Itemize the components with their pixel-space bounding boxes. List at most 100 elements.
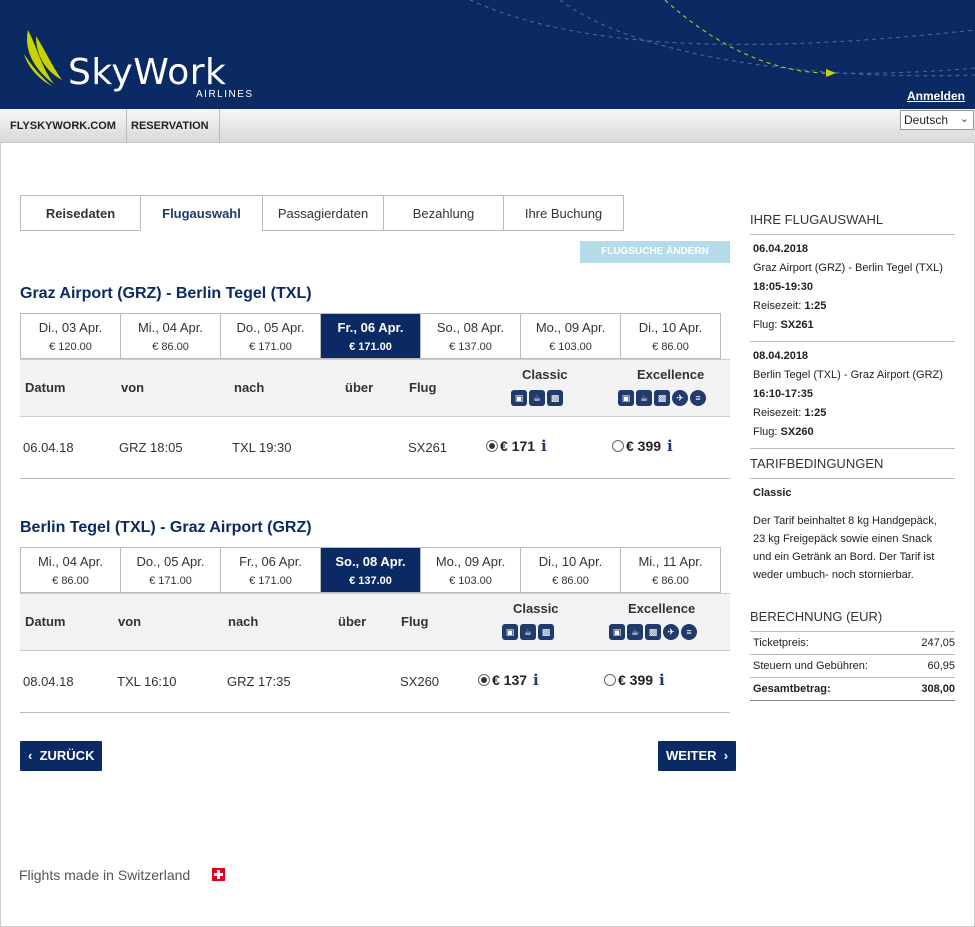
col-classic: Classic bbox=[513, 601, 559, 616]
date-price: € 137.00 bbox=[449, 341, 492, 353]
classic-features: ▣ ☕ ▩ bbox=[502, 624, 554, 640]
info-icon[interactable]: i bbox=[659, 671, 665, 689]
outbound-date-option-selected[interactable]: Fr., 06 Apr. € 171.00 bbox=[321, 314, 421, 358]
flight-date: 08.04.18 bbox=[23, 674, 74, 689]
date-label: So., 08 Apr. bbox=[335, 554, 406, 569]
date-label: Mo., 09 Apr. bbox=[535, 320, 606, 335]
classic-fare-option[interactable]: € 137 i bbox=[478, 671, 539, 689]
excellence-fare-option[interactable]: € 399 i bbox=[612, 437, 673, 455]
sidebar-tariff-title: TARIFBEDINGUNGEN bbox=[750, 456, 955, 479]
outbound-date-option[interactable]: So., 08 Apr. € 137.00 bbox=[421, 314, 521, 358]
inbound-date-option[interactable]: Mi., 04 Apr. € 86.00 bbox=[21, 548, 121, 592]
inbound-date-option[interactable]: Di., 10 Apr. € 86.00 bbox=[521, 548, 621, 592]
login-link[interactable]: Anmelden bbox=[907, 89, 965, 103]
col-date: Datum bbox=[25, 614, 66, 629]
excellence-fare-option[interactable]: € 399 i bbox=[604, 671, 665, 689]
col-flight: Flug bbox=[401, 614, 429, 629]
sidebar-flight-selection: IHRE FLUGAUSWAHL 06.04.2018 Graz Airport… bbox=[750, 212, 955, 449]
date-price: € 171.00 bbox=[149, 575, 192, 587]
plane-icon: ✈ bbox=[672, 390, 688, 406]
inbound-date-option[interactable]: Fr., 06 Apr. € 171.00 bbox=[221, 548, 321, 592]
table-header: Datum von nach über Flug Classic ▣ ☕ ▩ E… bbox=[20, 359, 730, 417]
excellence-fare-price: € 399 bbox=[626, 438, 662, 454]
snack-icon: ☕ bbox=[636, 390, 652, 406]
step-ihre-buchung[interactable]: Ihre Buchung bbox=[503, 195, 624, 231]
back-button-label: ZURÜCK bbox=[39, 748, 95, 763]
outbound-date-option[interactable]: Mi., 04 Apr. € 86.00 bbox=[121, 314, 221, 358]
flight-row[interactable]: 06.04.18 GRZ 18:05 TXL 19:30 SX261 € 171… bbox=[20, 417, 730, 479]
classic-fare-radio[interactable] bbox=[478, 674, 490, 686]
tariff-text: Der Tarif beinhaltet 8 kg Handgepäck, 23… bbox=[753, 515, 937, 581]
sidebar-selection-title: IHRE FLUGAUSWAHL bbox=[750, 212, 955, 235]
inbound-date-option[interactable]: Mo., 09 Apr. € 103.00 bbox=[421, 548, 521, 592]
brand-name: SkyWork bbox=[68, 52, 227, 93]
nav-reservation[interactable]: RESERVATION bbox=[121, 109, 220, 143]
outbound-date-option[interactable]: Mo., 09 Apr. € 103.00 bbox=[521, 314, 621, 358]
col-from: von bbox=[118, 614, 142, 629]
date-price: € 103.00 bbox=[449, 575, 492, 587]
back-button[interactable]: ‹ ZURÜCK bbox=[20, 741, 103, 771]
classic-fare-option[interactable]: € 171 i bbox=[486, 437, 547, 455]
next-button[interactable]: WEITER › bbox=[658, 741, 737, 771]
inbound-date-option-selected[interactable]: So., 08 Apr. € 137.00 bbox=[321, 548, 421, 592]
date-label: Fr., 06 Apr. bbox=[337, 320, 404, 335]
date-price: € 120.00 bbox=[49, 341, 92, 353]
leg-date: 06.04.2018 bbox=[753, 243, 809, 255]
leg-flight-label: Flug: bbox=[753, 426, 778, 438]
footer-tagline: Flights made in Switzerland bbox=[19, 867, 191, 883]
chevron-left-icon: ‹ bbox=[28, 748, 33, 763]
selected-leg: 08.04.2018 Berlin Tegel (TXL) - Graz Air… bbox=[750, 342, 955, 449]
leg-duration: 1:25 bbox=[804, 407, 827, 419]
step-passagierdaten[interactable]: Passagierdaten bbox=[262, 195, 383, 231]
flight-number: SX261 bbox=[408, 440, 448, 455]
leg-flight-label: Flug: bbox=[753, 319, 778, 331]
date-price: € 86.00 bbox=[652, 575, 689, 587]
date-price: € 86.00 bbox=[52, 575, 89, 587]
outbound-route-title: Graz Airport (GRZ) - Berlin Tegel (TXL) bbox=[20, 285, 312, 302]
date-label: Do., 05 Apr. bbox=[136, 554, 205, 569]
sidebar-calculation: BERECHNUNG (EUR) Ticketpreis: 247,05 Ste… bbox=[750, 609, 955, 701]
outbound-date-option[interactable]: Do., 05 Apr. € 171.00 bbox=[221, 314, 321, 358]
leg-duration-label: Reisezeit: bbox=[753, 300, 802, 312]
excellence-features: ▣ ☕ ▩ ✈ ≡ bbox=[609, 624, 697, 640]
date-price: € 171.00 bbox=[249, 341, 292, 353]
info-icon[interactable]: i bbox=[541, 437, 547, 455]
info-icon[interactable]: i bbox=[667, 437, 673, 455]
leg-route: Graz Airport (GRZ) - Berlin Tegel (TXL) bbox=[753, 262, 943, 274]
table-header: Datum von nach über Flug Classic ▣ ☕ ▩ E… bbox=[20, 593, 730, 651]
language-select[interactable]: Deutsch ⌄ bbox=[900, 110, 974, 130]
classic-fare-price: € 171 bbox=[500, 438, 536, 454]
leg-route: Berlin Tegel (TXL) - Graz Airport (GRZ) bbox=[753, 369, 943, 381]
leg-flight: SX261 bbox=[780, 319, 814, 331]
date-label: Di., 10 Apr. bbox=[538, 554, 603, 569]
step-bezahlung[interactable]: Bezahlung bbox=[383, 195, 503, 231]
col-via: über bbox=[345, 380, 374, 395]
info-icon[interactable]: i bbox=[533, 671, 539, 689]
flight-row[interactable]: 08.04.18 TXL 16:10 GRZ 17:35 SX260 € 137… bbox=[20, 651, 730, 713]
snack-icon: ☕ bbox=[529, 390, 545, 406]
outbound-date-option[interactable]: Di., 03 Apr. € 120.00 bbox=[21, 314, 121, 358]
inbound-date-option[interactable]: Mi., 11 Apr. € 86.00 bbox=[621, 548, 720, 592]
step-reisedaten[interactable]: Reisedaten bbox=[20, 195, 140, 231]
baggage-icon: ▣ bbox=[502, 624, 518, 640]
calc-row: Ticketpreis: 247,05 bbox=[750, 632, 955, 655]
date-label: Mi., 11 Apr. bbox=[638, 554, 703, 569]
luggage-icon: ▩ bbox=[547, 390, 563, 406]
nav-flyskywork[interactable]: FLYSKYWORK.COM bbox=[0, 109, 127, 143]
inbound-date-option[interactable]: Do., 05 Apr. € 171.00 bbox=[121, 548, 221, 592]
excellence-fare-price: € 399 bbox=[618, 672, 654, 688]
tariff-details: Classic Der Tarif beinhaltet 8 kg Handge… bbox=[750, 479, 955, 590]
outbound-date-option[interactable]: Di., 10 Apr. € 86.00 bbox=[621, 314, 720, 358]
change-search-button[interactable]: FLUGSUCHE ÄNDERN bbox=[580, 241, 730, 263]
step-flugauswahl[interactable]: Flugauswahl bbox=[140, 195, 262, 231]
leg-duration-label: Reisezeit: bbox=[753, 407, 802, 419]
excellence-fare-radio[interactable] bbox=[604, 674, 616, 686]
luggage-icon: ▩ bbox=[654, 390, 670, 406]
leg-flight: SX260 bbox=[780, 426, 814, 438]
excellence-fare-radio[interactable] bbox=[612, 440, 624, 452]
col-excellence: Excellence bbox=[628, 601, 696, 616]
snack-icon: ☕ bbox=[627, 624, 643, 640]
classic-fare-radio[interactable] bbox=[486, 440, 498, 452]
flight-arrival: TXL 19:30 bbox=[232, 440, 292, 455]
calc-label: Ticketpreis: bbox=[753, 637, 809, 649]
